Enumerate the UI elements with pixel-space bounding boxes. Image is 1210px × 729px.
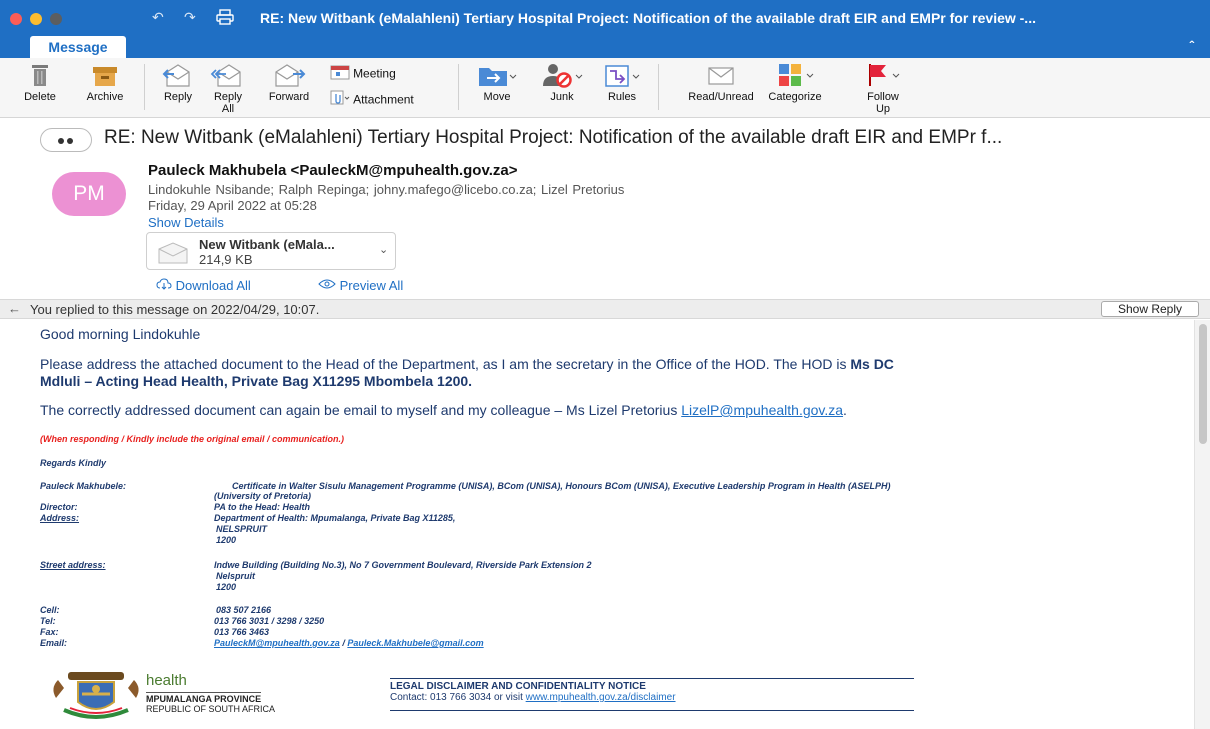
attachment-button[interactable]: Attachment: [330, 90, 446, 109]
conversation-icon[interactable]: [40, 128, 92, 152]
replied-notice-bar: ← You replied to this message on 2022/04…: [0, 299, 1210, 319]
reply-all-envelope-icon: [206, 62, 250, 88]
forward-button[interactable]: Forward: [262, 62, 316, 103]
logo-health-word: health: [146, 672, 187, 689]
sig-street-2: Nelspruit: [216, 571, 256, 581]
tab-message[interactable]: Message: [30, 36, 126, 58]
paragraph-1-cont: Mdluli – Acting Head Health, Private Bag…: [40, 373, 473, 389]
chevron-down-icon[interactable]: ⌄: [379, 243, 388, 256]
sig-qualifications-2: (University of Pretoria): [214, 491, 312, 501]
disclaimer-link[interactable]: www.mpuhealth.gov.za/disclaimer: [526, 692, 676, 703]
message-body: Good morning Lindokuhle Please address t…: [0, 320, 1194, 729]
sig-address-2: NELSPRUIT: [216, 524, 268, 534]
greeting: Good morning Lindokuhle: [40, 326, 201, 342]
ribbon-tab-bar: Message ˆ: [0, 36, 1210, 58]
sig-tel-value: 013 766 3031 / 3298 / 3250: [214, 616, 325, 626]
disclaimer-title: LEGAL DISCLAIMER AND CONFIDENTIALITY NOT…: [390, 681, 646, 692]
recipients-list[interactable]: Lindokuhle Nsibande; Ralph Repinga; john…: [148, 182, 624, 197]
regards: Regards Kindly: [40, 458, 107, 468]
sig-qualifications: Certificate in Walter Sisulu Management …: [232, 481, 891, 491]
avatar: PM: [52, 172, 126, 216]
colleague-email-link[interactable]: LizelP@mpuhealth.gov.za: [681, 402, 843, 418]
rules-button[interactable]: Rules: [602, 62, 642, 103]
sig-street-3: 1200: [216, 582, 237, 592]
coat-of-arms-logo: [46, 668, 146, 722]
preview-all-link[interactable]: Preview All: [318, 278, 403, 293]
collapse-ribbon-icon[interactable]: ˆ: [1189, 38, 1194, 54]
sig-email-value: PauleckM@mpuhealth.gov.za / Pauleck.Makh…: [214, 638, 484, 648]
ribbon: Delete Archive Reply Reply All Forward M…: [0, 58, 1210, 118]
flag-icon: [858, 62, 908, 88]
attachment-size: 214,9 KB: [199, 252, 253, 267]
sig-fax-label: Fax:: [40, 627, 59, 637]
close-window-button[interactable]: [10, 13, 22, 25]
zoom-window-button[interactable]: [50, 13, 62, 25]
sig-director-value: PA to the Head: Health: [214, 502, 311, 512]
reply-arrow-icon: ←: [8, 301, 21, 316]
move-button[interactable]: Move: [472, 62, 522, 103]
reply-button[interactable]: Reply: [156, 62, 200, 103]
show-details-link[interactable]: Show Details: [148, 215, 224, 230]
sig-address-1: Department of Health: Mpumalanga, Privat…: [214, 513, 456, 523]
categorize-icon: [762, 62, 828, 88]
message-subject: RE: New Witbank (eMalahleni) Tertiary Ho…: [104, 127, 1003, 148]
envelope-icon: [686, 62, 756, 88]
eye-icon: [318, 278, 340, 293]
sig-name-label: Pauleck Makhubele:: [40, 481, 127, 491]
logo-republic: REPUBLIC OF SOUTH AFRICA: [146, 704, 276, 714]
personal-email-link[interactable]: Pauleck.Makhubele@gmail.com: [347, 638, 483, 648]
sender-name[interactable]: Pauleck Makhubela <PauleckM@mpuhealth.go…: [148, 162, 517, 179]
document-icon: [155, 241, 191, 265]
categorize-button[interactable]: Categorize: [762, 62, 828, 103]
rules-icon: [602, 62, 642, 88]
paragraph-1: Please address the attached document to …: [40, 356, 894, 372]
junk-button[interactable]: Junk: [538, 62, 586, 103]
folder-move-icon: [472, 62, 522, 88]
archive-box-icon: [78, 62, 132, 88]
attachment-card[interactable]: New Witbank (eMala... 214,9 KB ⌄: [146, 232, 396, 270]
replied-notice: You replied to this message on 2022/04/2…: [30, 302, 320, 317]
archive-button[interactable]: Archive: [78, 62, 132, 103]
window-title: RE: New Witbank (eMalahleni) Tertiary Ho…: [260, 10, 1036, 26]
print-icon[interactable]: [216, 9, 234, 28]
trash-icon: [22, 62, 58, 88]
calendar-icon: [330, 64, 350, 83]
disclaimer-contact: Contact: 013 766 3034 or visit www.mpuhe…: [390, 692, 676, 703]
scrollbar[interactable]: [1194, 320, 1210, 729]
paperclip-icon: [330, 90, 350, 109]
download-all-link[interactable]: Download All: [156, 278, 251, 293]
sig-cell-label: Cell:: [40, 605, 60, 615]
title-bar: ↶ ↷ RE: New Witbank (eMalahleni) Tertiar…: [0, 0, 1210, 36]
minimize-window-button[interactable]: [30, 13, 42, 25]
sig-address-label: Address:: [40, 513, 80, 523]
sig-fax-value: 013 766 3463: [214, 627, 270, 637]
sig-street-1: Indwe Building (Building No.3), No 7 Gov…: [214, 560, 592, 570]
message-date: Friday, 29 April 2022 at 05:28: [148, 198, 317, 213]
scroll-thumb[interactable]: [1199, 324, 1207, 444]
show-reply-button[interactable]: Show Reply: [1101, 301, 1199, 317]
sig-cell-value: 083 507 2166: [216, 605, 272, 615]
junk-user-icon: [538, 62, 586, 88]
sig-tel-label: Tel:: [40, 616, 56, 626]
attachment-name: New Witbank (eMala...: [199, 237, 335, 252]
delete-button[interactable]: Delete: [22, 62, 58, 103]
sig-address-3: 1200: [216, 535, 237, 545]
meeting-button[interactable]: Meeting: [330, 64, 424, 83]
sig-email-label: Email:: [40, 638, 68, 648]
redo-icon[interactable]: ↷: [184, 9, 196, 26]
forward-envelope-icon: [262, 62, 316, 88]
logo-province: MPUMALANGA PROVINCE: [146, 692, 262, 704]
follow-up-button[interactable]: Follow Up: [858, 62, 908, 115]
read-unread-button[interactable]: Read/Unread: [686, 62, 756, 103]
subject-row: RE: New Witbank (eMalahleni) Tertiary Ho…: [0, 122, 1210, 158]
undo-icon[interactable]: ↶: [152, 9, 164, 26]
sig-director-label: Director:: [40, 502, 78, 512]
sig-street-label: Street address:: [40, 560, 106, 570]
cloud-download-icon: [156, 278, 176, 293]
paragraph-2: The correctly addressed document can aga…: [40, 402, 847, 418]
reply-all-button[interactable]: Reply All: [206, 62, 250, 115]
work-email-link[interactable]: PauleckM@mpuhealth.gov.za: [214, 638, 340, 648]
reply-envelope-icon: [156, 62, 200, 88]
responding-note: (When responding / Kindly include the or…: [40, 434, 345, 444]
